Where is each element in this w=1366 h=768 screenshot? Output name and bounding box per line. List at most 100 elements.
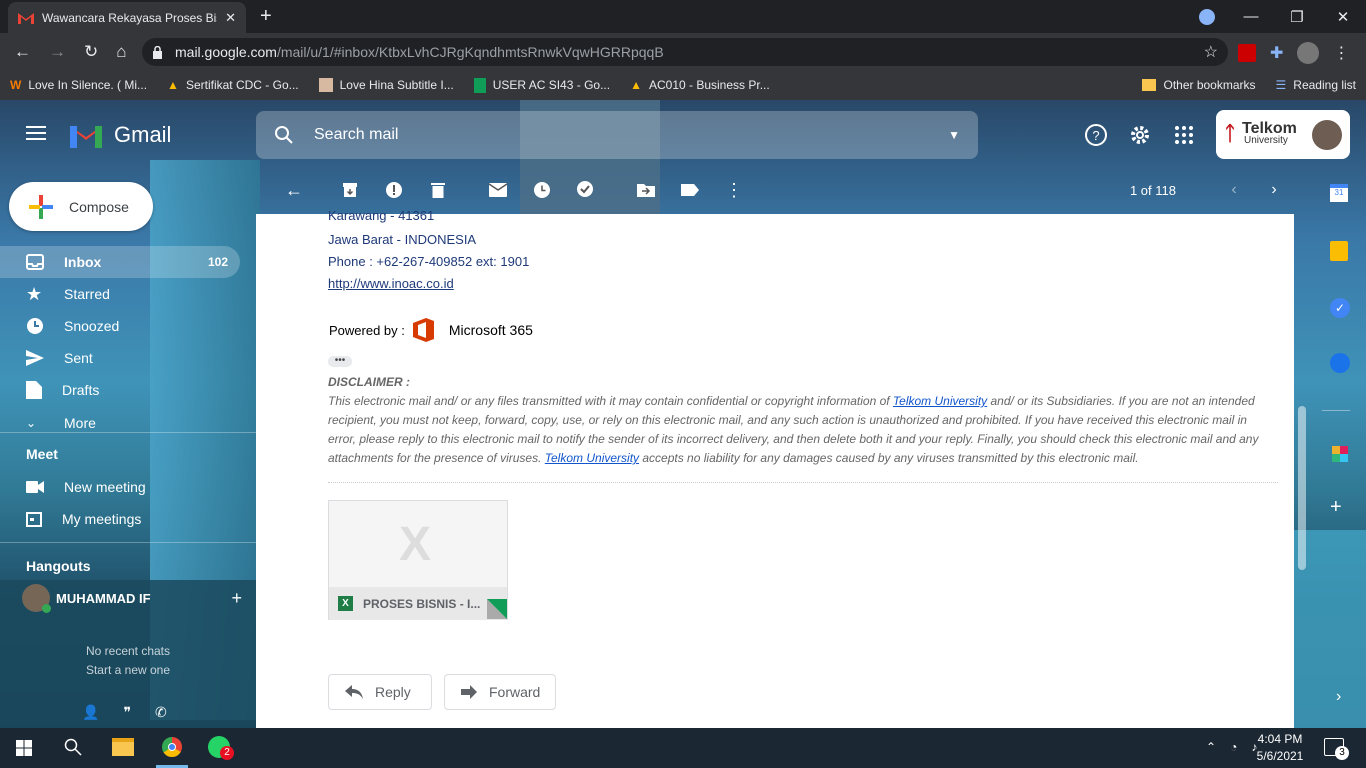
sidebar-item-snoozed[interactable]: Snoozed [0, 310, 240, 342]
newer-icon[interactable]: ‹ [1214, 168, 1254, 212]
mark-unread-icon[interactable] [476, 168, 520, 212]
back-to-inbox-icon[interactable]: ← [272, 168, 316, 212]
add-chat-icon[interactable]: + [231, 588, 242, 609]
browser-tab[interactable]: Wawancara Rekayasa Proses Bisn ✕ [8, 2, 246, 33]
profile-badge-icon[interactable] [1199, 9, 1215, 25]
gmail-logo[interactable]: Gmail [68, 122, 171, 148]
disclaimer-title: DISCLAIMER : [328, 375, 410, 389]
profile-avatar[interactable] [1297, 42, 1320, 64]
puzzle-extensions-icon[interactable]: ✚ [1270, 43, 1283, 63]
sidebar-item-inbox[interactable]: Inbox 102 [0, 246, 240, 278]
reading-list-icon: ☰ [1275, 78, 1287, 92]
close-tab-icon[interactable]: ✕ [225, 10, 236, 26]
help-icon[interactable]: ? [1084, 123, 1108, 147]
archive-icon[interactable] [328, 168, 372, 212]
maximize-icon[interactable]: ❐ [1274, 0, 1320, 33]
forward-icon[interactable]: → [49, 42, 66, 62]
attachment-name: PROSES BISNIS - I... [363, 596, 481, 611]
search-box[interactable]: Search mail ▼ [256, 111, 978, 159]
start-chat-link[interactable]: Start a new one [0, 661, 256, 680]
divider [0, 432, 256, 433]
snooze-icon[interactable] [520, 168, 564, 212]
more-options-icon[interactable]: ⋮ [712, 168, 756, 212]
excel-icon: X [338, 596, 353, 611]
settings-gear-icon[interactable] [1128, 123, 1152, 147]
reply-button[interactable]: Reply [328, 674, 432, 710]
drive-icon: ▲ [630, 78, 642, 92]
minimize-icon[interactable]: — [1228, 0, 1274, 33]
bookmark-star-icon[interactable]: ☆ [1204, 42, 1218, 62]
sidebar-item-more[interactable]: ⌄ More [0, 407, 240, 439]
chevron-up-icon[interactable]: ⌃ [1206, 740, 1216, 754]
older-icon[interactable]: › [1254, 168, 1294, 212]
telkom-link[interactable]: Telkom University [545, 451, 639, 465]
account-switcher[interactable]: ᛏ Telkom University [1216, 110, 1350, 159]
bookmark-item[interactable]: ▲ Sertifikat CDC - Go... [157, 78, 309, 92]
wifi-icon[interactable]: ◔ [1230, 740, 1237, 754]
tab-strip: Wawancara Rekayasa Proses Bisn ✕ + — ❐ ✕ [0, 0, 1366, 33]
forward-button[interactable]: Forward [444, 674, 556, 710]
main-menu-icon[interactable] [26, 125, 46, 141]
avatar-icon [318, 78, 333, 92]
label-icon[interactable] [668, 168, 712, 212]
whatsapp-icon[interactable]: 2 [208, 736, 234, 760]
home-icon[interactable]: ⌂ [116, 42, 126, 62]
my-meetings-item[interactable]: My meetings [0, 503, 240, 535]
pdf-extension-icon[interactable] [1238, 44, 1256, 62]
add-to-tasks-icon[interactable] [564, 168, 608, 212]
show-trimmed-content-icon[interactable]: ••• [328, 356, 352, 367]
sidebar-item-starred[interactable]: ★ Starred [0, 278, 240, 310]
message-toolbar: ← ⋮ 1 of 118 ‹ › [256, 166, 1294, 214]
search-icon[interactable] [64, 738, 82, 756]
slack-addon-icon[interactable] [1332, 446, 1348, 462]
report-spam-icon[interactable] [372, 168, 416, 212]
inbox-icon [26, 254, 44, 270]
telkom-link[interactable]: Telkom University [893, 394, 987, 408]
bookmark-item[interactable]: USER AC SI43 - Go... [464, 77, 620, 93]
scrollbar[interactable] [1298, 406, 1306, 570]
search-icon[interactable] [274, 125, 294, 145]
hide-side-panel-icon[interactable]: › [1336, 688, 1341, 706]
sidebar-item-drafts[interactable]: Drafts [0, 374, 240, 406]
get-addons-icon[interactable]: + [1330, 496, 1342, 519]
new-tab-button[interactable]: + [260, 6, 272, 26]
back-icon[interactable]: ← [14, 42, 31, 62]
sidebar-item-sent[interactable]: Sent [0, 342, 240, 374]
gmail-favicon-icon [18, 12, 34, 24]
tasks-app-icon[interactable]: ✓ [1330, 298, 1350, 318]
bookmark-item[interactable]: ▲ AC010 - Business Pr... [620, 78, 780, 92]
bookmark-item[interactable]: Love Hina Subtitle I... [309, 78, 464, 92]
clock[interactable]: 4:04 PM 5/6/2021 [1252, 731, 1308, 765]
url-path: /mail/u/1/#inbox/KtbxLvhCJRgKqndhmtsRnwk… [276, 44, 664, 60]
reading-list[interactable]: ☰ Reading list [1266, 78, 1366, 92]
phone-icon[interactable]: ✆ [155, 704, 167, 721]
move-to-icon[interactable] [624, 168, 668, 212]
compose-button[interactable]: Compose [9, 182, 153, 231]
contacts-icon[interactable]: 👤 [82, 704, 99, 721]
online-dot [42, 604, 51, 613]
search-options-icon[interactable]: ▼ [948, 128, 960, 142]
reload-icon[interactable]: ↻ [84, 42, 98, 62]
windows-start-icon[interactable] [16, 740, 32, 756]
phone-line: Phone : +62-267-409852 ext: 1901 [328, 254, 530, 269]
file-explorer-icon[interactable] [112, 738, 134, 756]
menu-dots-icon[interactable]: ⋮ [1333, 43, 1349, 63]
contacts-app-icon[interactable] [1330, 353, 1350, 373]
bookmark-item[interactable]: W Love In Silence. ( Mi... [0, 78, 157, 92]
search-input[interactable]: Search mail [314, 126, 928, 144]
website-link[interactable]: http://www.inoac.co.id [328, 276, 454, 291]
hangouts-user[interactable]: MUHAMMAD IF + [22, 584, 242, 613]
notifications-icon[interactable]: 3 [1324, 738, 1349, 760]
other-bookmarks[interactable]: Other bookmarks [1132, 78, 1265, 92]
chat-quote-icon[interactable]: ❞ [123, 704, 131, 721]
keep-app-icon[interactable] [1330, 241, 1348, 261]
delete-icon[interactable] [416, 168, 460, 212]
calendar-app-icon[interactable]: 31 [1330, 184, 1348, 202]
new-meeting-item[interactable]: New meeting [0, 471, 240, 503]
lock-icon [152, 45, 163, 59]
attachment-card[interactable]: X X PROSES BISNIS - I... [328, 500, 508, 620]
apps-grid-icon[interactable] [1172, 123, 1196, 147]
close-window-icon[interactable]: ✕ [1320, 0, 1366, 33]
address-bar[interactable]: mail.google.com/mail/u/1/#inbox/KtbxLvhC… [142, 38, 1228, 66]
chrome-icon[interactable] [161, 736, 183, 758]
